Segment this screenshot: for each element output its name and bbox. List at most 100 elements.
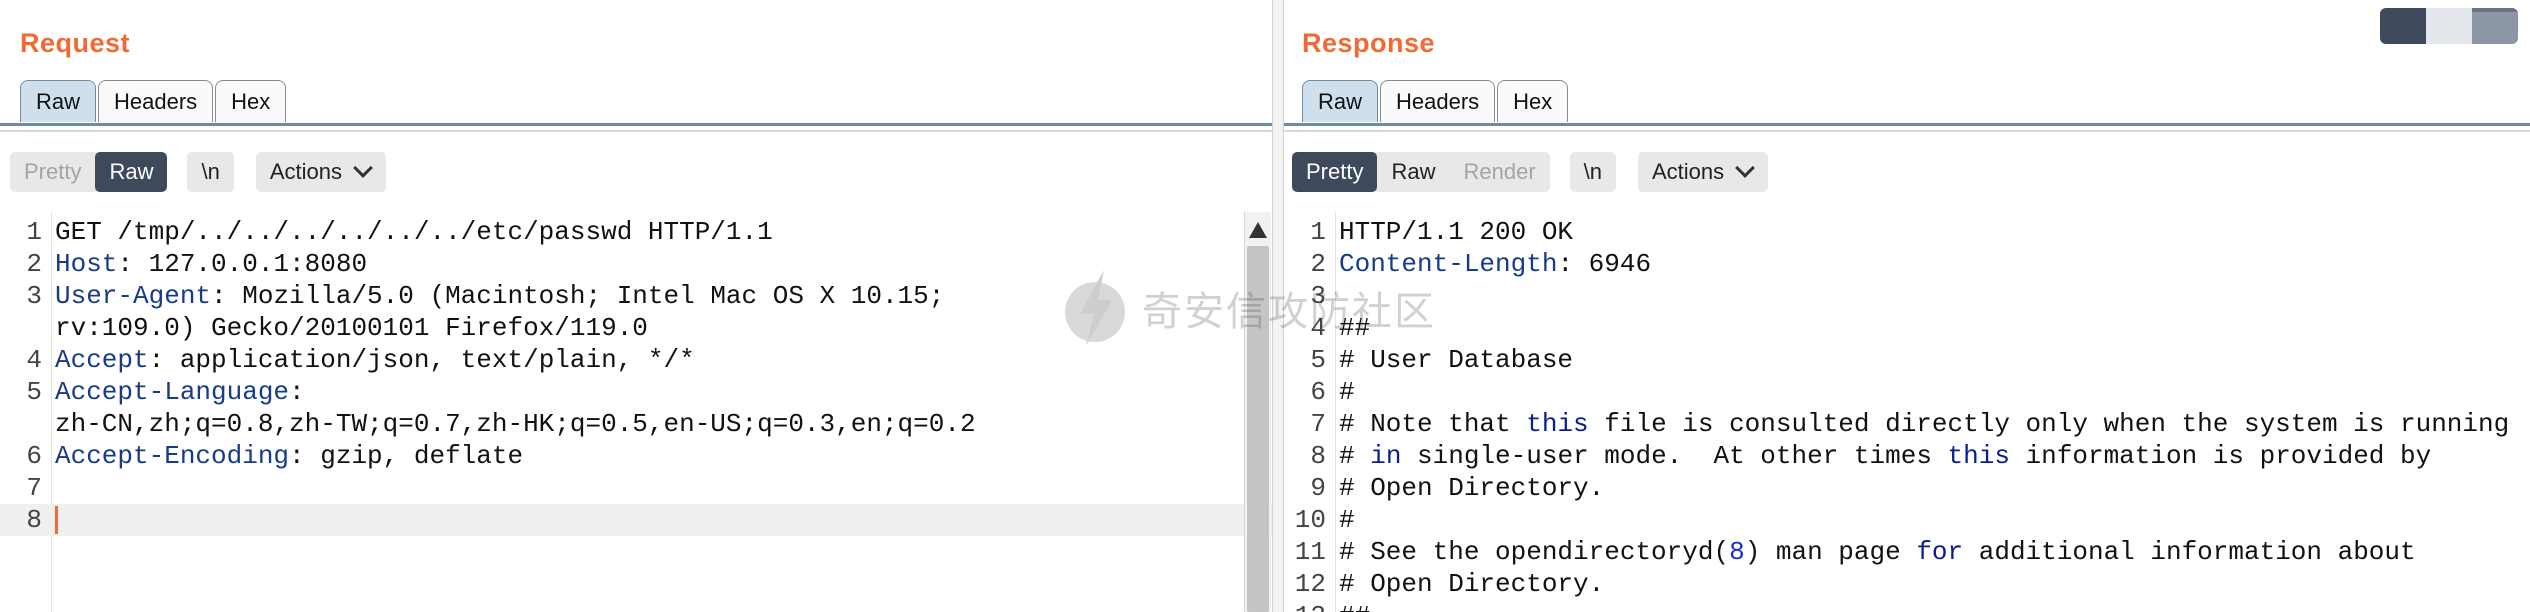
header-name: Content-Length [1339, 249, 1558, 279]
line-text: ## [1339, 601, 1370, 612]
line-number: 4 [26, 345, 42, 375]
request-editor[interactable]: 1 GET /tmp/../../../../../../etc/passwd H… [0, 212, 1272, 612]
request-view-toggle: Pretty Raw [10, 152, 168, 192]
line-text: # [1339, 505, 1355, 535]
divider [1284, 130, 2530, 132]
response-line: 13 ## [1284, 600, 2530, 612]
layout-toggle [2380, 8, 2518, 44]
line-text: # User Database [1339, 345, 1574, 375]
line-content: rv:109.0) Gecko/20100101 Firefox/119.0 [55, 312, 648, 344]
syntax-token: for [1916, 537, 1964, 567]
response-line: 12 # Open Directory. [1284, 568, 2530, 600]
scrollbar-thumb[interactable] [1247, 246, 1269, 612]
response-line: 10 # [1284, 504, 2530, 536]
line-text: : application/json, text/plain, */* [148, 345, 695, 375]
response-toolbar: Pretty Raw Render \n Actions [1292, 152, 1769, 192]
line-number: 8 [1310, 441, 1326, 471]
request-scrollbar[interactable] [1244, 212, 1271, 612]
request-tabs: Raw Headers Hex [20, 80, 288, 124]
line-text: : 6946 [1557, 249, 1652, 279]
request-toolbar: Pretty Raw \n Actions [10, 152, 386, 192]
line-text: information is provided by [2009, 441, 2432, 471]
line-number: 4 [1310, 313, 1326, 343]
response-newline-button[interactable]: \n [1569, 152, 1616, 192]
scroll-up-arrow-icon[interactable] [1249, 222, 1267, 238]
line-content: # [1339, 504, 1355, 536]
line-content: zh-CN,zh;q=0.8,zh-TW;q=0.7,zh-HK;q=0.5,e… [55, 408, 976, 440]
chevron-down-icon [353, 158, 373, 178]
response-line: 4 ## [1284, 312, 2530, 344]
line-text: : 127.0.0.1:8080 [117, 249, 368, 279]
line-text: : [289, 377, 305, 407]
tab-underline [0, 123, 1272, 126]
line-content: # [1339, 376, 1355, 408]
line-number: 11 [1294, 537, 1326, 567]
line-number: 1 [1310, 217, 1326, 247]
request-line: 3 User-Agent: Mozilla/5.0 (Macintosh; Int… [0, 280, 1272, 312]
response-tabs: Raw Headers Hex [1302, 80, 1570, 124]
line-number: 8 [26, 505, 42, 535]
request-actions-button[interactable]: Actions [255, 152, 386, 192]
request-line: 6 Accept-Encoding: gzip, deflate [0, 440, 1272, 472]
request-tab-raw[interactable]: Raw [20, 80, 97, 122]
header-name: User-Agent [55, 281, 212, 311]
line-content: Host: 127.0.0.1:8080 [55, 248, 367, 280]
response-line: 7 # Note that this file is consulted dire… [1284, 408, 2530, 440]
line-text: # Open Directory. [1339, 569, 1605, 599]
line-content: # Open Directory. [1339, 568, 1604, 600]
response-line: 9 # Open Directory. [1284, 472, 2530, 504]
response-line: 8 # in single-user mode. At other times t… [1284, 440, 2530, 472]
tab-underline [1284, 123, 2530, 126]
line-number: 2 [1310, 249, 1326, 279]
pane-splitter[interactable] [1272, 0, 1284, 612]
tabs-icon[interactable] [2472, 8, 2518, 44]
line-text: # Note that [1339, 409, 1527, 439]
request-tab-headers[interactable]: Headers [98, 80, 214, 122]
request-newline-button[interactable]: \n [187, 152, 234, 192]
header-name: Accept [55, 345, 149, 375]
request-line: rv:109.0) Gecko/20100101 Firefox/119.0 [0, 312, 1272, 344]
response-render-button[interactable]: Render [1449, 152, 1549, 192]
line-text: ) man page [1744, 537, 1917, 567]
request-actions-label: Actions [269, 159, 342, 184]
chevron-down-icon [1735, 158, 1756, 178]
syntax-token: 8 [1729, 537, 1745, 567]
response-pretty-button[interactable]: Pretty [1292, 152, 1378, 192]
request-tab-hex[interactable]: Hex [215, 80, 287, 122]
request-line: 4 Accept: application/json, text/plain, *… [0, 344, 1272, 376]
response-actions-button[interactable]: Actions [1638, 152, 1769, 192]
response-tab-headers[interactable]: Headers [1380, 80, 1496, 122]
text-cursor [55, 506, 58, 535]
split-horizontal-icon[interactable] [2380, 8, 2426, 44]
response-pane: Response Raw Headers Hex Pretty Raw Rend… [1284, 0, 2530, 612]
response-line: 5 # User Database [1284, 344, 2530, 376]
response-editor[interactable]: 1 HTTP/1.1 200 OK 2 Content-Length: 6946 3 4 #… [1284, 212, 2530, 612]
request-line: 1 GET /tmp/../../../../../../etc/passwd H… [0, 216, 1272, 248]
line-number: 12 [1294, 569, 1326, 599]
response-title: Response [1302, 28, 1436, 58]
request-line: 8 [0, 504, 1272, 536]
split-vertical-icon[interactable] [2426, 8, 2472, 44]
line-text: HTTP/1.1 200 OK [1339, 217, 1574, 247]
request-pretty-button[interactable]: Pretty [10, 152, 95, 192]
line-content: Accept: application/json, text/plain, */… [55, 344, 695, 376]
line-content: # Open Directory. [1339, 472, 1604, 504]
line-text: : gzip, deflate [289, 441, 524, 471]
line-number: 6 [26, 441, 42, 471]
line-text: # [1339, 377, 1355, 407]
line-text: additional information about [1963, 537, 2416, 567]
line-number: 10 [1294, 505, 1326, 535]
line-text: GET /tmp/../../../../../../etc/passwd HT… [55, 217, 773, 247]
response-raw-button[interactable]: Raw [1377, 152, 1449, 192]
line-content: # User Database [1339, 344, 1573, 376]
request-raw-button[interactable]: Raw [95, 152, 168, 192]
line-number: 5 [1310, 345, 1326, 375]
response-tab-hex[interactable]: Hex [1497, 80, 1569, 122]
line-number: 3 [1310, 281, 1326, 311]
line-number: 2 [26, 249, 42, 279]
line-number: 7 [26, 473, 42, 503]
response-line: 1 HTTP/1.1 200 OK [1284, 216, 2530, 248]
line-text: # See the opendirectoryd( [1339, 537, 1730, 567]
request-title: Request [20, 28, 131, 58]
response-tab-raw[interactable]: Raw [1302, 80, 1379, 122]
